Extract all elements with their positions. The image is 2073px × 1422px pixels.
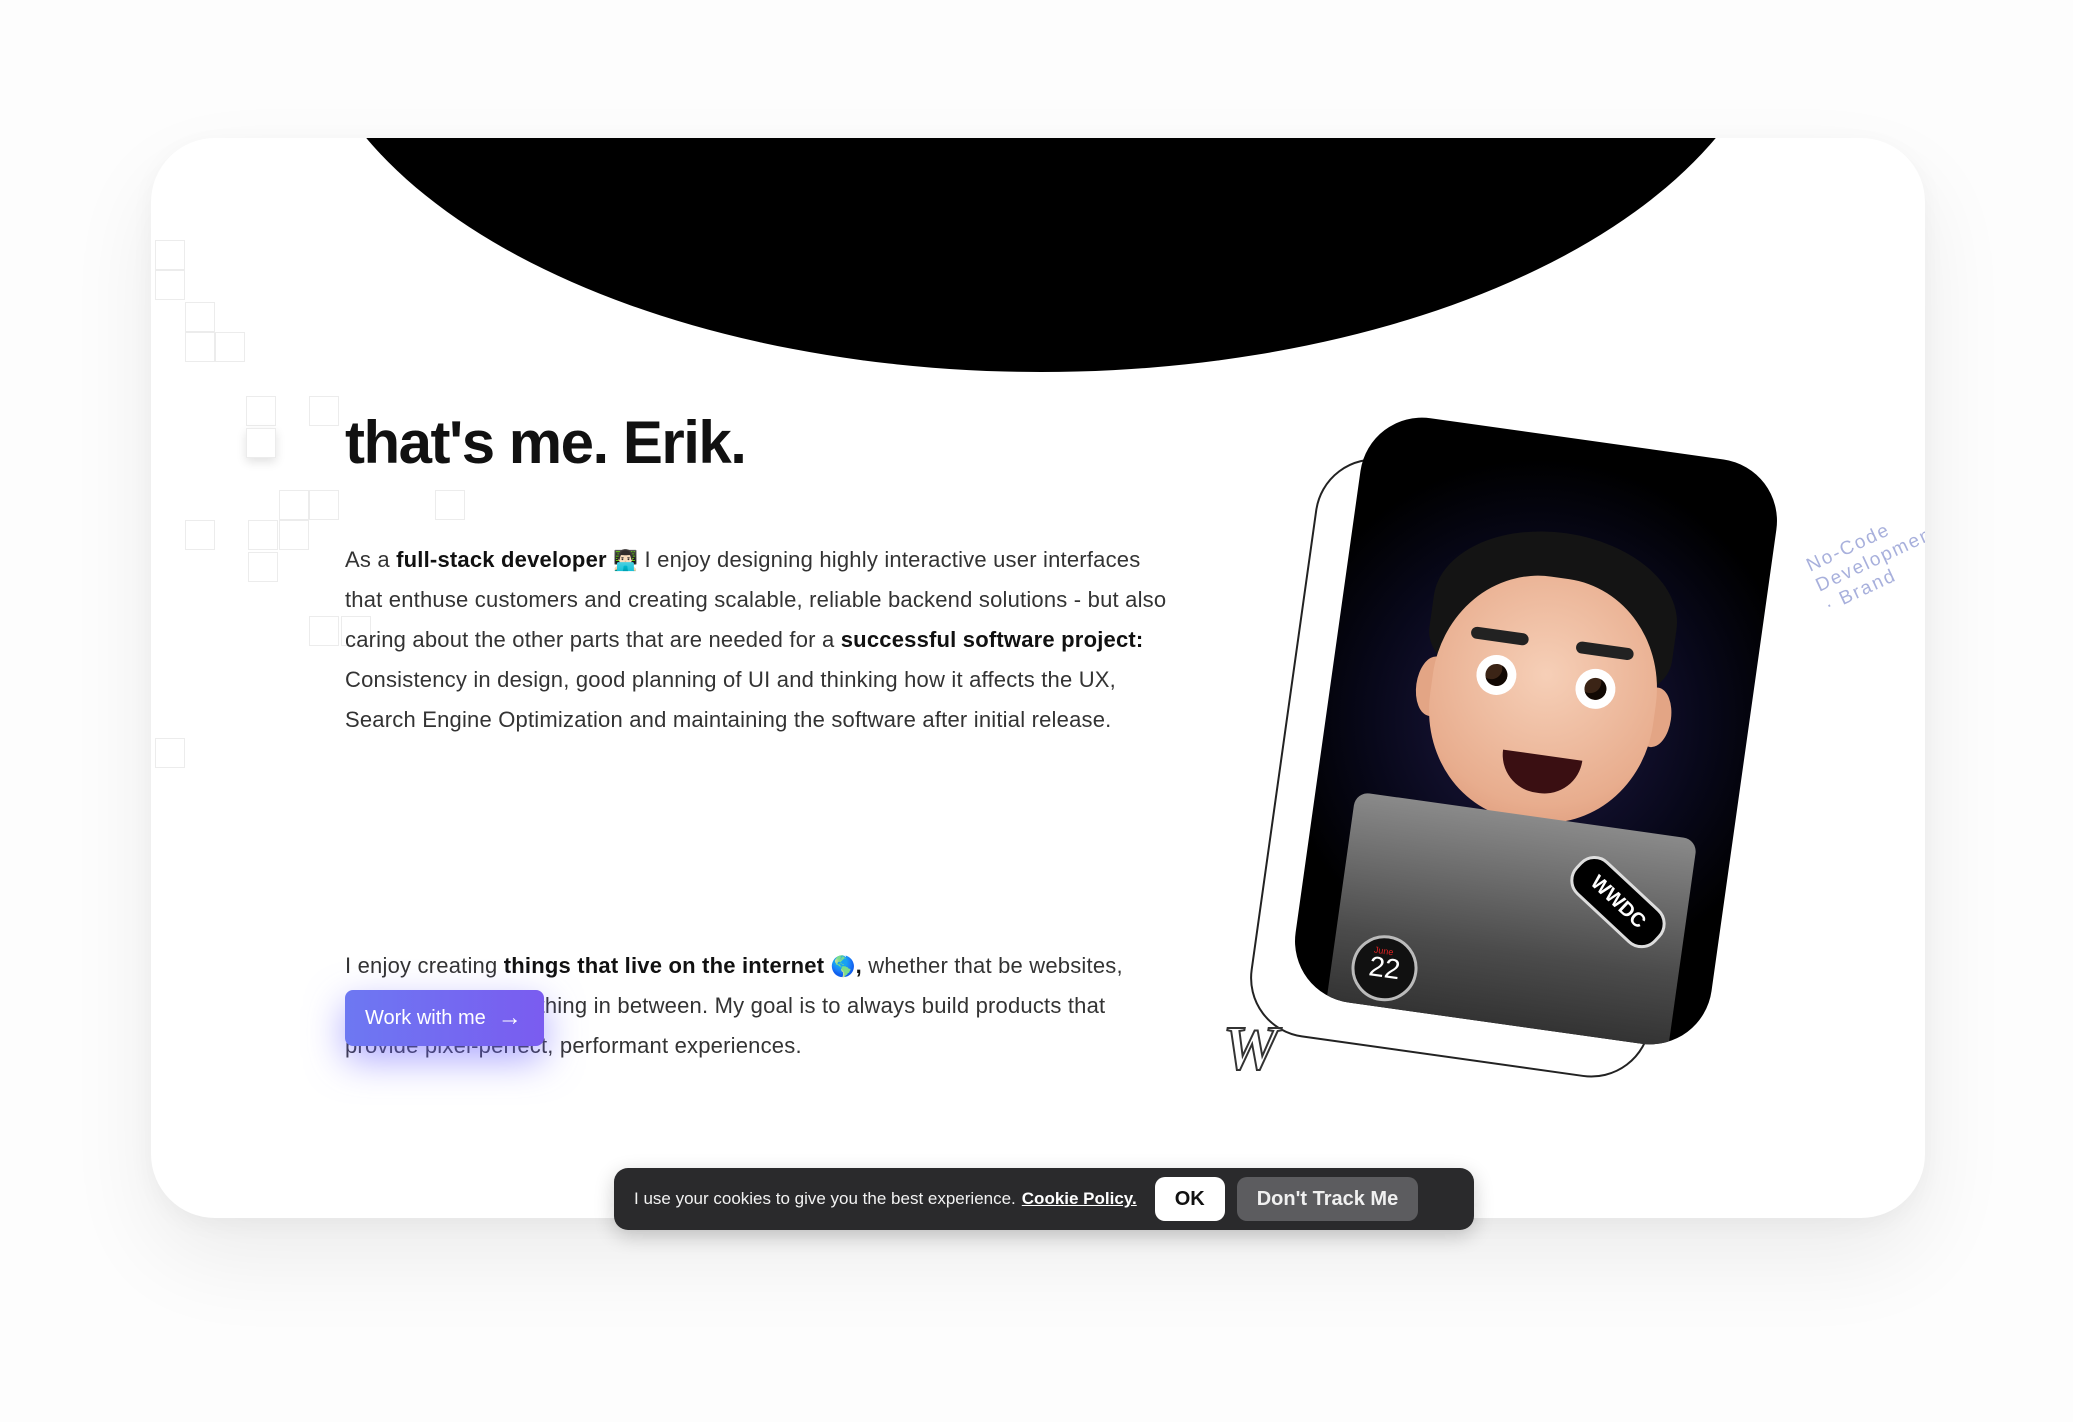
grid-square — [185, 332, 215, 362]
webflow-logo-icon: W — [1222, 1014, 1279, 1084]
intro-paragraph: As a full-stack developer 👨🏻‍💻 I enjoy d… — [345, 540, 1175, 740]
work-with-me-button[interactable]: Work with me → — [345, 990, 544, 1046]
grid-square — [435, 490, 465, 520]
cta-label: Work with me — [365, 1006, 486, 1029]
grid-square — [185, 520, 215, 550]
grid-square — [248, 520, 278, 550]
dont-track-me-button[interactable]: Don't Track Me — [1236, 1177, 1419, 1221]
grid-square — [309, 616, 339, 646]
intro-text: Consistency in design, good planning of … — [345, 667, 1116, 732]
grid-square — [309, 396, 339, 426]
cookie-message: I use your cookies to give you the best … — [634, 1189, 1016, 1208]
top-arc-decoration — [301, 138, 1781, 372]
grid-square — [155, 240, 185, 270]
grid-square — [155, 270, 185, 300]
arrow-right-icon: → — [497, 1004, 522, 1031]
wwdc-sticker: WWDC — [1562, 847, 1674, 957]
intro-emphasis: full-stack developer — [396, 547, 607, 572]
memoji-portrait: WWDC June 22 — [1286, 409, 1786, 1053]
cookie-policy-link[interactable]: Cookie Policy. — [1022, 1189, 1137, 1209]
page-title: that's me. Erik. — [345, 409, 747, 476]
cookie-ok-button[interactable]: OK — [1154, 1177, 1225, 1221]
date-sticker: June 22 — [1347, 930, 1422, 1006]
cookie-banner: I use your cookies to give you the best … — [614, 1168, 1474, 1230]
technologist-emoji-icon: 👨🏻‍💻 — [613, 548, 639, 572]
second-text: I enjoy creating — [345, 953, 504, 978]
second-emphasis: things that live on the internet — [503, 953, 825, 978]
hero-card: that's me. Erik. As a full-stack develop… — [151, 138, 1925, 1218]
intro-text: As a — [345, 547, 397, 572]
grid-square — [185, 302, 215, 332]
grid-square — [309, 490, 339, 520]
grid-square — [279, 520, 309, 550]
grid-square — [279, 490, 309, 520]
grid-square — [155, 738, 185, 768]
intro-emphasis: successful software project: — [840, 627, 1144, 652]
rotating-skill-text: No-Code Development · Brand — [1803, 519, 1925, 617]
grid-square — [246, 396, 276, 426]
grid-square — [246, 428, 276, 458]
globe-emoji-icon: 🌎 — [830, 954, 856, 978]
grid-square — [215, 332, 245, 362]
grid-square — [248, 552, 278, 582]
